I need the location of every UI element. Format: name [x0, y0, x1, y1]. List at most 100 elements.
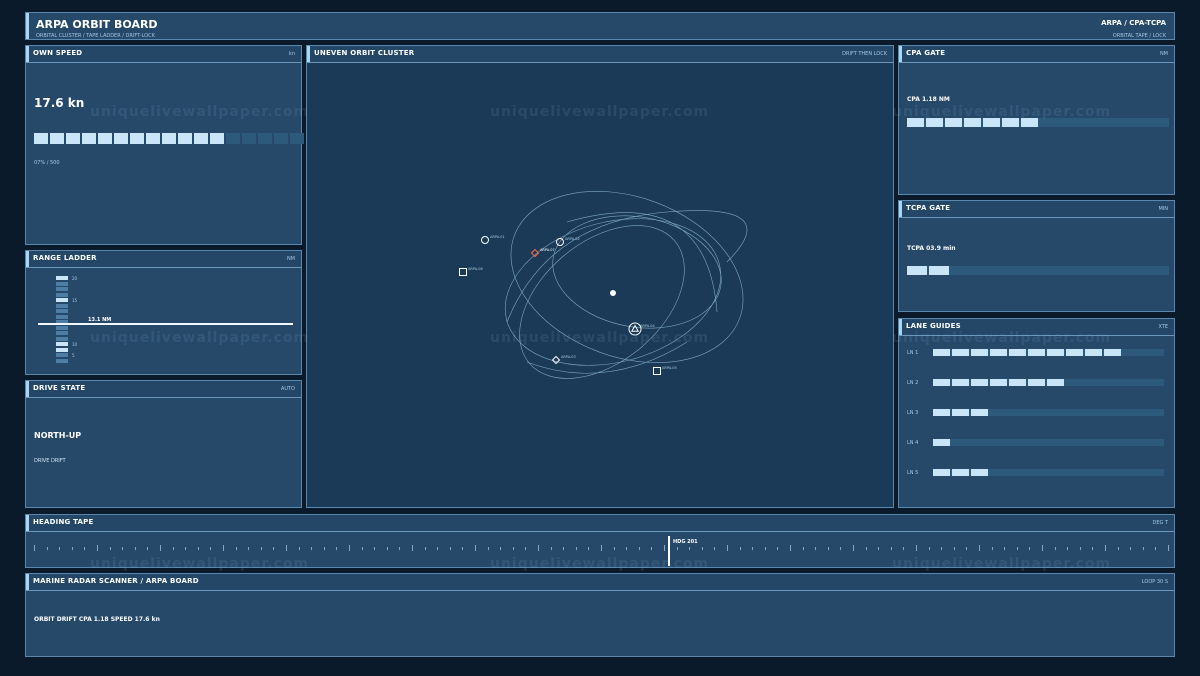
ladder-rung: [56, 298, 68, 302]
tape-tick: [525, 547, 527, 550]
heading-tape-title: HEADING TAPE: [33, 518, 94, 526]
tape-tick: [84, 547, 86, 550]
drive-state-panel: DRIVE STATE AUTO NORTH-UP DRIVE DRIFT: [25, 380, 302, 508]
tape-tick: [210, 547, 212, 550]
ladder-rung: [56, 292, 68, 297]
ladder-rung: [56, 325, 68, 330]
ladder-rung: [56, 347, 68, 352]
tape-tick: [197, 547, 199, 550]
tape-tick: [374, 547, 376, 550]
watermark: uniquelivewallpaper.com: [490, 104, 710, 120]
tape-tick: [1029, 547, 1031, 550]
tape-tick: [538, 545, 539, 551]
tape-tick: [412, 545, 413, 551]
tape-tick: [437, 547, 439, 550]
tcpa-segment: [973, 266, 993, 275]
lane-segment: [990, 379, 1007, 386]
tape-tick: [59, 547, 61, 550]
target-marker[interactable]: [481, 236, 489, 244]
header-mode-sub: ORBITAL TAPE / LOCK: [1112, 33, 1166, 39]
lane-guides-title: LANE GUIDES: [906, 322, 961, 330]
target-marker[interactable]: [551, 355, 561, 365]
tape-tick: [298, 547, 300, 550]
watermark: uniquelivewallpaper.com: [892, 556, 1112, 572]
footer-panel: MARINE RADAR SCANNER / ARPA BOARD LOOP 3…: [25, 573, 1175, 657]
ladder-rung: [56, 358, 68, 363]
tcpa-segment: [1017, 266, 1037, 275]
tape-tick: [727, 545, 728, 551]
tape-tick: [1142, 547, 1144, 550]
tape-tick: [701, 547, 703, 550]
ladder-tick-label: 5: [72, 353, 75, 358]
own-speed-value: 17.6 kn: [34, 96, 85, 110]
target-marker[interactable]: [530, 248, 540, 258]
tcpa-segment: [1127, 266, 1147, 275]
ladder-tick-label: 15: [72, 298, 78, 303]
tape-tick: [563, 547, 565, 550]
tape-tick: [764, 547, 766, 550]
footer-title: MARINE RADAR SCANNER / ARPA BOARD: [33, 577, 199, 585]
range-ladder-title: RANGE LADDER: [33, 254, 97, 262]
watermark: uniquelivewallpaper.com: [892, 104, 1112, 120]
tape-tick: [34, 545, 35, 551]
orbit-mode: DRIFT THEN LOCK: [842, 51, 887, 57]
tape-tick: [840, 547, 842, 550]
lane-segment: [1009, 379, 1026, 386]
tape-tick: [1079, 547, 1081, 550]
range-marker-line[interactable]: [38, 323, 293, 325]
lane-bar: [933, 439, 950, 446]
tape-tick: [979, 545, 980, 551]
range-marker-label: 13.1 NM: [88, 317, 112, 323]
heading-marker-label: HDG 201: [673, 539, 698, 545]
tape-tick: [46, 547, 48, 550]
lane-segment: [952, 409, 969, 416]
lane-segment: [971, 409, 988, 416]
lane-label: LN 4: [907, 440, 919, 446]
cpa-segment: [1154, 118, 1171, 127]
tape-tick: [714, 547, 716, 550]
lane-segment: [933, 379, 950, 386]
speed-segment: [114, 133, 128, 144]
lane-segment: [933, 439, 950, 446]
footer-status: ORBIT DRIFT CPA 1.18 SPEED 17.6 kn: [34, 616, 160, 623]
lane-label: LN 1: [907, 350, 919, 356]
lane-segment: [952, 469, 969, 476]
lane-track: [933, 439, 1164, 446]
target-label: ARPA-07: [540, 248, 555, 252]
lane-segment: [990, 349, 1007, 356]
orbit-ring: [552, 215, 722, 329]
tape-tick: [248, 547, 250, 550]
target-marker[interactable]: [653, 367, 661, 375]
heading-tape[interactable]: [34, 543, 1169, 557]
tape-tick: [903, 547, 905, 550]
tape-tick: [638, 547, 640, 550]
tape-tick: [916, 545, 917, 551]
ladder-rung: [56, 287, 68, 291]
speed-segment: [34, 133, 48, 144]
lane-label: LN 5: [907, 470, 919, 476]
tape-tick: [815, 547, 817, 550]
tape-tick: [185, 547, 187, 550]
header-bar: ARPA ORBIT BOARD ORBITAL CLUSTER / TAPE …: [25, 12, 1175, 40]
app-title: ARPA ORBIT BOARD: [36, 18, 158, 31]
speed-segment: [210, 133, 224, 144]
own-speed-panel: OWN SPEED kn 17.6 kn 07% / 500: [25, 45, 304, 245]
own-speed-note: 07% / 500: [34, 160, 60, 166]
lane-segment: [1009, 349, 1026, 356]
tape-tick: [487, 547, 489, 550]
tape-tick: [890, 547, 892, 550]
tape-tick: [512, 547, 514, 550]
tape-tick: [1130, 547, 1132, 550]
tcpa-segment: [951, 266, 971, 275]
tcpa-segment: [1061, 266, 1081, 275]
drive-state-mode: AUTO: [280, 386, 295, 392]
lane-segment: [1028, 349, 1045, 356]
lane-bar: [933, 349, 1121, 356]
tcpa-gate-title: TCPA GATE: [906, 204, 951, 212]
lane-label: LN 3: [907, 410, 919, 416]
speed-segment: [50, 133, 64, 144]
orbit-plot[interactable]: ARPA-01 ARPA-02 ARPA-07 ARPA-08 ARPA-04 ARPA-…: [307, 62, 893, 507]
tape-tick: [601, 545, 602, 551]
heading-tape-unit: DEG T: [1152, 520, 1168, 526]
target-marker[interactable]: [459, 268, 467, 276]
